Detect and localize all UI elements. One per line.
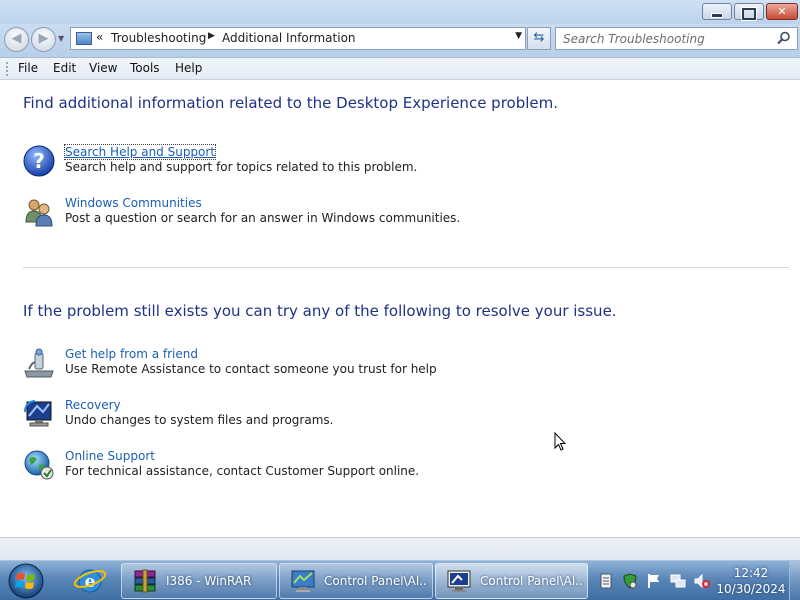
internet-explorer-icon[interactable]: e [71,564,109,598]
remote-assistance-icon[interactable] [23,347,55,379]
close-icon: ✕ [777,5,787,18]
menu-bar: File Edit View Tools Help [0,58,800,80]
task-get-help-from-friend: Get help from a friend Use Remote Assist… [23,347,723,387]
task-windows-communities: Windows Communities Post a question or s… [23,196,723,236]
online-support-icon[interactable] [23,449,55,481]
section-heading-resolve-issue: If the problem still exists you can try … [23,302,617,320]
minimize-button[interactable] [702,3,732,20]
menu-grip [6,62,9,76]
clock-time: 12:42 [733,566,769,580]
clock-date: 10/30/2024 [716,582,786,596]
svg-text:?: ? [33,149,45,173]
maximize-icon [735,4,763,19]
recovery-icon[interactable] [23,398,55,430]
search-input[interactable] [556,28,771,49]
get-help-from-friend-description: Use Remote Assistance to contact someone… [65,362,437,376]
recent-pages-dropdown[interactable]: ▼ [58,34,64,43]
control-panel-icon [291,570,315,592]
network-icon[interactable] [670,573,686,589]
address-bar[interactable]: « Troubleshooting ▶ Additional Informati… [70,27,526,50]
system-clock[interactable]: 12:42 10/30/2024 [716,565,786,597]
get-help-from-friend-link[interactable]: Get help from a friend [65,347,198,361]
show-desktop-button[interactable] [789,561,800,600]
menu-edit[interactable]: Edit [53,61,76,75]
taskbar-task-label: Control Panel\Al... [324,574,428,588]
search-help-and-support-link[interactable]: Search Help and Support [63,144,217,160]
address-overflow-chevron[interactable]: « [96,30,103,44]
breadcrumb-additional-information[interactable]: Additional Information [222,31,356,45]
mouse-pointer-icon [554,432,566,451]
recovery-link[interactable]: Recovery [65,398,121,412]
menu-tools[interactable]: Tools [130,61,160,75]
search-box[interactable] [555,27,798,50]
content-area: Find additional information related to t… [0,81,800,537]
taskbar-task-label: I386 - WinRAR [166,574,252,588]
action-center-flag-icon[interactable] [646,573,662,589]
search-icon[interactable] [777,31,791,45]
forward-button[interactable]: ▶ [31,27,56,52]
address-dropdown-icon[interactable]: ▼ [515,31,522,41]
window-bottom-strip [0,537,800,560]
menu-file[interactable]: File [18,61,38,75]
task-recovery: Recovery Undo changes to system files an… [23,398,723,438]
online-support-description: For technical assistance, contact Custom… [65,464,420,478]
taskbar-task-control-panel-1[interactable]: Control Panel\Al... [279,563,433,599]
control-panel-icon [447,570,471,592]
windows-communities-link[interactable]: Windows Communities [65,196,202,210]
minimize-icon [703,4,731,19]
back-arrow-icon: ◀ [11,31,22,46]
online-support-link[interactable]: Online Support [65,449,155,463]
title-bar: ✕ [0,0,800,24]
taskbar-task-control-panel-2[interactable]: Control Panel\Al... [435,563,588,599]
task-search-help: ? Search Help and Support Search help an… [23,144,723,185]
control-panel-icon [76,32,92,45]
winrar-icon [134,569,156,593]
communities-icon[interactable] [23,196,55,228]
volume-muted-icon[interactable] [694,573,710,589]
forward-arrow-icon: ▶ [38,31,49,46]
breadcrumb-troubleshooting[interactable]: Troubleshooting [111,31,206,45]
search-help-description: Search help and support for topics relat… [65,160,418,174]
section-divider [23,267,789,268]
maximize-button[interactable] [734,3,764,20]
help-icon[interactable]: ? [23,145,55,177]
taskbar-task-label: Control Panel\Al... [480,574,584,588]
close-button[interactable]: ✕ [766,3,798,20]
refresh-button[interactable]: ⇆ [527,27,551,50]
notes-icon[interactable] [598,573,614,589]
back-button[interactable]: ◀ [4,27,29,52]
menu-help[interactable]: Help [175,61,202,75]
section-heading-additional-info: Find additional information related to t… [23,94,559,112]
recovery-description: Undo changes to system files and program… [65,413,334,427]
breadcrumb-separator-icon[interactable]: ▶ [208,31,215,41]
security-icon[interactable] [622,573,638,589]
windows-start-icon[interactable] [6,562,46,600]
windows-communities-description: Post a question or search for an answer … [65,211,461,225]
menu-view[interactable]: View [89,61,117,75]
taskbar: e I386 - WinRAR Control Panel\Al... Cont… [0,560,800,600]
task-online-support: Online Support For technical assistance,… [23,449,723,489]
refresh-icon: ⇆ [533,30,545,45]
taskbar-task-winrar[interactable]: I386 - WinRAR [121,563,277,599]
